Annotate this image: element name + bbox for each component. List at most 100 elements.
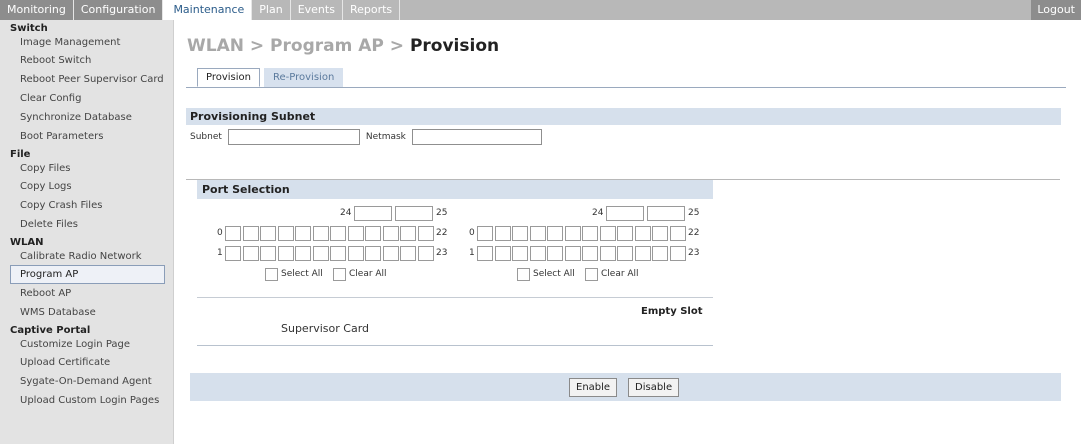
right-row1-port-checkbox[interactable] bbox=[599, 246, 616, 261]
right-select-all-checkbox[interactable] bbox=[517, 268, 530, 281]
left-row0-port-checkbox[interactable] bbox=[277, 226, 294, 241]
right-row0-port-checkbox[interactable] bbox=[547, 226, 563, 241]
left-clear-all-label: Clear All bbox=[349, 269, 387, 279]
right-row1-port-checkbox[interactable] bbox=[547, 246, 563, 261]
right-row0-port-checkbox[interactable] bbox=[582, 226, 598, 241]
left-row0-port-checkbox[interactable] bbox=[260, 226, 276, 241]
right-row0-end-label: 22 bbox=[688, 228, 700, 238]
sidebar-item-delete-files[interactable]: Delete Files bbox=[0, 215, 173, 234]
right-row0-port-checkbox[interactable] bbox=[512, 226, 528, 241]
sidebar-item-image-management[interactable]: Image Management bbox=[0, 35, 173, 51]
right-port-24-box[interactable] bbox=[606, 206, 644, 221]
sidebar-item-program-ap[interactable]: Program AP bbox=[10, 265, 165, 284]
sidebar-item-calibrate-radio-network[interactable]: Calibrate Radio Network bbox=[0, 249, 173, 265]
left-row1-port-checkbox[interactable] bbox=[382, 246, 399, 261]
tab-re-provision[interactable]: Re-Provision bbox=[264, 68, 344, 87]
left-row0-port-checkbox[interactable] bbox=[365, 226, 381, 241]
right-row0-port-checkbox[interactable] bbox=[529, 226, 546, 241]
right-port-25-box[interactable] bbox=[647, 206, 685, 221]
left-row0-end-label: 22 bbox=[436, 228, 448, 238]
top-nav: Monitoring Configuration Maintenance Pla… bbox=[0, 0, 1081, 20]
right-row0-port-checkbox[interactable] bbox=[477, 226, 493, 241]
sidebar-item-copy-files[interactable]: Copy Files bbox=[0, 161, 173, 177]
right-port-25-label: 25 bbox=[688, 208, 700, 218]
right-row1-port-checkbox[interactable] bbox=[512, 246, 528, 261]
right-row1-port-checkbox[interactable] bbox=[529, 246, 546, 261]
right-row1-port-checkbox[interactable] bbox=[477, 246, 493, 261]
right-row0-port-checkbox[interactable] bbox=[494, 226, 511, 241]
left-row0-port-checkbox[interactable] bbox=[400, 226, 416, 241]
sidebar-item-wms-database[interactable]: WMS Database bbox=[0, 303, 173, 322]
left-row0-port-checkbox[interactable] bbox=[330, 226, 346, 241]
sidebar-item-copy-logs[interactable]: Copy Logs bbox=[0, 177, 173, 196]
left-row0-port-checkbox[interactable] bbox=[242, 226, 259, 241]
left-row1-port-checkbox[interactable] bbox=[347, 246, 364, 261]
left-row0-port-checkbox[interactable] bbox=[295, 226, 311, 241]
left-select-all-checkbox[interactable] bbox=[265, 268, 278, 281]
right-clear-all-checkbox[interactable] bbox=[585, 268, 598, 281]
logout-link[interactable]: Logout bbox=[1031, 0, 1081, 20]
right-row1-start-label: 1 bbox=[469, 248, 475, 258]
right-row0-port-checkbox[interactable] bbox=[634, 226, 651, 241]
tab-monitoring[interactable]: Monitoring bbox=[0, 0, 74, 20]
sidebar-item-sygate-on-demand-agent[interactable]: Sygate-On-Demand Agent bbox=[0, 372, 173, 391]
left-port-25-box[interactable] bbox=[395, 206, 433, 221]
right-row0-port-checkbox[interactable] bbox=[617, 226, 633, 241]
subnet-label: Subnet bbox=[190, 132, 222, 142]
tab-plan[interactable]: Plan bbox=[252, 0, 291, 20]
left-row1-port-checkbox[interactable] bbox=[242, 246, 259, 261]
sidebar-item-reboot-switch[interactable]: Reboot Switch bbox=[0, 51, 173, 70]
left-row1-port-checkbox[interactable] bbox=[417, 246, 434, 261]
right-port-24-label: 24 bbox=[592, 208, 604, 218]
left-row0-port-checkbox[interactable] bbox=[225, 226, 241, 241]
netmask-input[interactable] bbox=[411, 129, 542, 145]
left-row0-port-checkbox[interactable] bbox=[417, 226, 434, 241]
subnet-input[interactable] bbox=[227, 129, 360, 145]
sidebar-item-upload-custom-login-pages[interactable]: Upload Custom Login Pages bbox=[0, 391, 173, 410]
left-row1-port-checkbox[interactable] bbox=[365, 246, 381, 261]
sidebar-item-boot-parameters[interactable]: Boot Parameters bbox=[0, 127, 173, 146]
tab-events[interactable]: Events bbox=[291, 0, 343, 20]
left-row1-port-checkbox[interactable] bbox=[260, 246, 276, 261]
left-row1-port-checkbox[interactable] bbox=[312, 246, 329, 261]
sidebar-item-synchronize-database[interactable]: Synchronize Database bbox=[0, 108, 173, 127]
tab-reports[interactable]: Reports bbox=[343, 0, 401, 20]
left-row0-port-checkbox[interactable] bbox=[312, 226, 329, 241]
left-row1-port-checkbox[interactable] bbox=[277, 246, 294, 261]
sidebar-item-customize-login-page[interactable]: Customize Login Page bbox=[0, 337, 173, 353]
tab-maintenance[interactable]: Maintenance bbox=[166, 0, 253, 20]
left-clear-all-checkbox[interactable] bbox=[333, 268, 346, 281]
left-row1-port-checkbox[interactable] bbox=[400, 246, 416, 261]
sidebar-item-upload-certificate[interactable]: Upload Certificate bbox=[0, 353, 173, 372]
enable-button[interactable]: Enable bbox=[569, 378, 618, 397]
sidebar-section-file: File bbox=[10, 149, 31, 160]
tab-configuration[interactable]: Configuration bbox=[73, 0, 164, 20]
right-select-all-label: Select All bbox=[533, 269, 575, 279]
right-row1-port-checkbox[interactable] bbox=[582, 246, 598, 261]
right-row1-port-checkbox[interactable] bbox=[564, 246, 581, 261]
sidebar: Switch Image Management Reboot Switch Re… bbox=[0, 20, 174, 444]
sidebar-item-reboot-peer-supervisor-card[interactable]: Reboot Peer Supervisor Card bbox=[0, 70, 173, 89]
right-row1-port-checkbox[interactable] bbox=[494, 246, 511, 261]
tab-provision[interactable]: Provision bbox=[197, 68, 261, 87]
disable-button[interactable]: Disable bbox=[628, 378, 680, 397]
left-row1-port-checkbox[interactable] bbox=[225, 246, 241, 261]
right-row0-port-checkbox[interactable] bbox=[652, 226, 668, 241]
right-row0-port-checkbox[interactable] bbox=[564, 226, 581, 241]
left-row0-port-checkbox[interactable] bbox=[382, 226, 399, 241]
page-title-path: WLAN > Program AP > bbox=[187, 36, 410, 56]
right-row0-port-checkbox[interactable] bbox=[669, 226, 686, 241]
right-row1-port-checkbox[interactable] bbox=[669, 246, 686, 261]
right-row1-port-checkbox[interactable] bbox=[617, 246, 633, 261]
sidebar-item-reboot-ap[interactable]: Reboot AP bbox=[0, 284, 173, 303]
right-row1-port-checkbox[interactable] bbox=[634, 246, 651, 261]
sidebar-item-clear-config[interactable]: Clear Config bbox=[0, 89, 173, 108]
left-row1-port-checkbox[interactable] bbox=[330, 246, 346, 261]
left-row1-end-label: 23 bbox=[436, 248, 448, 258]
right-row1-port-checkbox[interactable] bbox=[652, 246, 668, 261]
left-row0-port-checkbox[interactable] bbox=[347, 226, 364, 241]
right-row0-port-checkbox[interactable] bbox=[599, 226, 616, 241]
left-port-24-box[interactable] bbox=[354, 206, 392, 221]
sidebar-item-copy-crash-files[interactable]: Copy Crash Files bbox=[0, 196, 173, 215]
left-row1-port-checkbox[interactable] bbox=[295, 246, 311, 261]
